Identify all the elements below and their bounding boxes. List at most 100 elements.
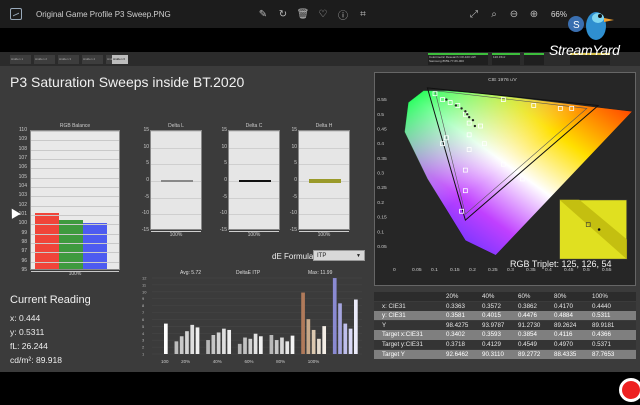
rgb-balance-y-tick: 107: [18, 155, 27, 161]
de-formula-select[interactable]: ITP ▼: [313, 250, 365, 261]
gridline: [151, 214, 201, 216]
info-icon[interactable]: ⓘ: [333, 7, 353, 22]
rgb-balance-y-tick: 103: [18, 192, 27, 199]
delta-y-tick: 5: [146, 160, 149, 167]
table-row-label: Target Y: [382, 350, 405, 358]
table-row: 20% 40% 60% 80% 100%: [374, 292, 636, 302]
gridline: [31, 215, 119, 216]
delta-x-label: 100%: [247, 232, 261, 238]
itp-bar: [269, 335, 274, 354]
rotate-icon[interactable]: ↻: [273, 9, 293, 20]
itp-x-label: 80%: [276, 359, 285, 364]
itp-bar: [185, 331, 189, 354]
delta-y-tick: -15: [141, 227, 149, 233]
rgb-balance-y-tick: 105: [18, 173, 27, 180]
streamyard-brand-text: StreamYard: [549, 42, 620, 58]
rgb-balance-y-tick: 110: [19, 127, 27, 133]
itp-bar: [317, 338, 321, 354]
workflow-tab[interactable]: Hidden 1: [10, 55, 31, 64]
cie-v-tick: 0.3: [377, 171, 384, 177]
favorite-icon[interactable]: ♡: [313, 9, 333, 20]
table-header-cell: 80%: [554, 293, 567, 300]
rgb-balance-y-tick: 98: [21, 239, 27, 245]
table-header-cell: 100%: [592, 293, 608, 300]
delta-y-tick: -10: [219, 210, 227, 217]
rgb-balance-chart: [30, 130, 120, 272]
delete-icon[interactable]: 🗑: [293, 9, 313, 20]
gridline: [151, 164, 201, 166]
gridline: [31, 252, 119, 254]
cie-v-tick: 0.55: [377, 97, 387, 103]
delta-value-bar: [161, 180, 193, 182]
zoom-in-icon[interactable]: ⊕: [524, 9, 544, 20]
source-status-box[interactable]: 120.15nz: [492, 53, 520, 65]
measured-point: [464, 110, 467, 113]
delta-y-tick: 0: [224, 177, 227, 183]
delta-y-tick: 5: [294, 160, 297, 167]
table-cell: 89.2624: [554, 321, 577, 329]
table-cell: 0.4366: [592, 331, 611, 339]
itp-bar: [179, 336, 184, 354]
workflow-tab[interactable]: Hidden 3: [58, 55, 79, 64]
itp-bar: [301, 292, 305, 354]
delta-value-bar: [309, 179, 341, 183]
itp-bar: [354, 299, 358, 354]
search-icon[interactable]: ⌕: [484, 9, 504, 20]
workflow-tab[interactable]: Hidden 4: [82, 55, 103, 64]
fullscreen-icon[interactable]: ⤢: [464, 9, 484, 20]
rgb-balance-y-tick: 104: [18, 183, 27, 189]
delta-y-tick: -5: [144, 193, 149, 200]
itp-y-tick: 12: [142, 276, 147, 281]
table-cell: 0.3593: [482, 331, 501, 339]
measured-point: [466, 113, 469, 116]
gridline: [151, 131, 201, 132]
table-cell: 0.4440: [592, 302, 611, 310]
itp-bar: [190, 324, 195, 354]
table-row: Target Y 92.6462 90.3110 89.2772 88.4335 87.7…: [374, 349, 636, 359]
zoom-out-icon[interactable]: ⊖: [504, 9, 524, 20]
workflow-tab[interactable]: Hidden 2: [34, 55, 55, 64]
gridline: [31, 131, 119, 132]
current-reading-title: Current Reading: [10, 294, 91, 306]
cie-u-tick: 0: [393, 267, 396, 273]
table-cell: 0.4170: [554, 302, 573, 310]
itp-bar: [332, 278, 337, 354]
delta-y-tick: 10: [291, 143, 297, 150]
table-cell: 0.3862: [518, 302, 537, 310]
table-cell: 0.3572: [482, 302, 501, 310]
delta-y-tick: 0: [294, 177, 297, 183]
reading-y: y: 0.5311: [10, 327, 45, 337]
table-row-label: y: CIE31: [382, 312, 406, 320]
display-status-box[interactable]: [524, 53, 544, 65]
delta-y-tick: -10: [141, 210, 149, 217]
delta-chart-plot: [298, 130, 350, 232]
table-cell: 0.4970: [554, 340, 573, 348]
edit-image-icon[interactable]: ✎: [253, 9, 273, 20]
photos-app-icon: [10, 8, 22, 20]
rgb-balance-y-tick: 95: [21, 267, 27, 273]
gridline: [31, 168, 119, 170]
gridline: [299, 147, 349, 149]
cie-v-tick: 0.45: [377, 126, 387, 132]
delta-value-bar: [239, 180, 271, 182]
rgb-balance-y-tick: 99: [21, 229, 27, 236]
measured-point: [454, 104, 458, 107]
record-button[interactable]: [619, 378, 640, 402]
itp-bar: [280, 337, 284, 354]
meter-status-box[interactable]: Colorimetric Research CR-100 HW Samsung …: [428, 53, 488, 65]
rgb-balance-y-tick: 96: [21, 257, 27, 264]
itp-bar: [206, 340, 210, 354]
table-cell: 0.3581: [446, 312, 465, 320]
itp-bar: [285, 341, 290, 354]
crop-icon[interactable]: ⌗: [353, 9, 373, 20]
zoom-measured-point: [597, 228, 601, 231]
cie-u-tick: 0.2: [469, 267, 476, 273]
itp-bar: [222, 328, 226, 354]
gridline: [31, 243, 119, 244]
workflow-tab-active[interactable]: Hidden 6: [112, 55, 128, 64]
rgb-balance-title: RGB Balance: [59, 123, 91, 129]
cie-v-tick: 0.35: [377, 156, 387, 162]
table-cell: 0.3718: [446, 340, 465, 348]
table-cell: 92.6462: [446, 350, 469, 358]
itp-x-label: 60%: [244, 359, 253, 364]
